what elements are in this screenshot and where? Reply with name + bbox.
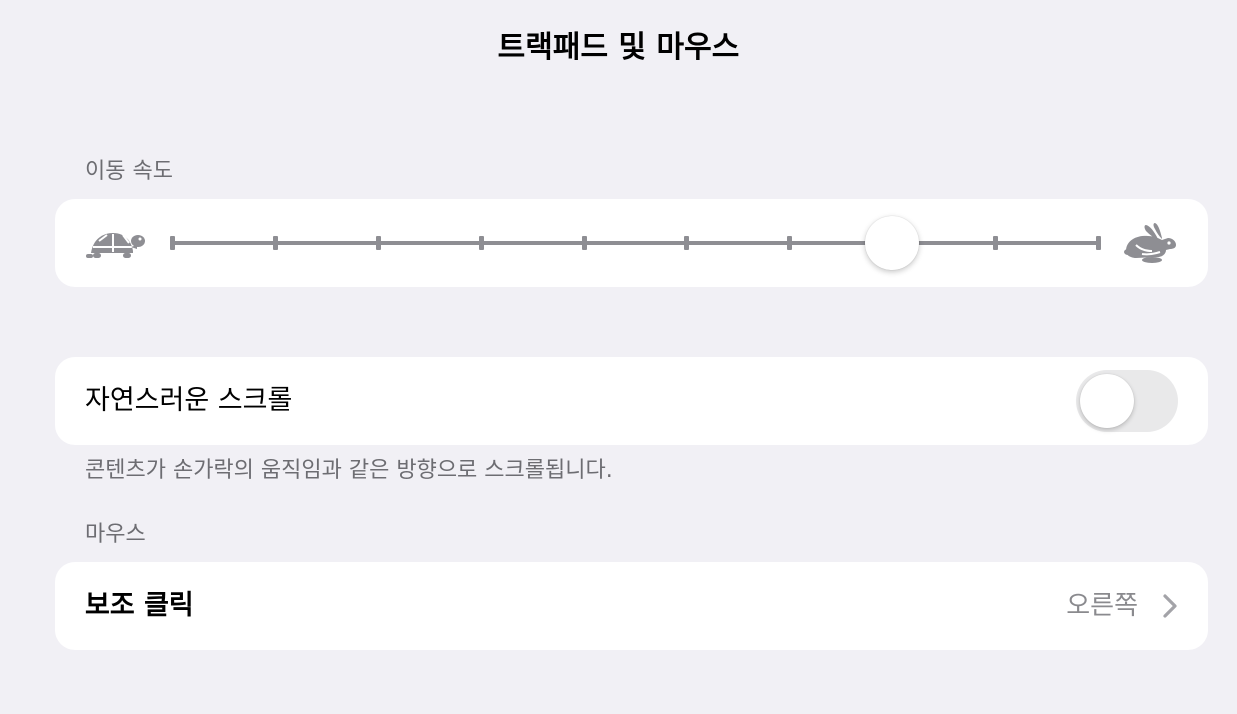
secondary-click-value: 오른쪽 bbox=[1066, 591, 1138, 621]
slider-tick bbox=[684, 236, 690, 250]
natural-scrolling-footer: 콘텐츠가 손가락의 움직임과 같은 방향으로 스크롤됩니다. bbox=[85, 458, 613, 483]
slider-tick bbox=[1096, 236, 1101, 250]
slider-tick bbox=[375, 236, 381, 250]
mouse-section-header: 마우스 bbox=[85, 522, 146, 547]
slider-tick bbox=[170, 236, 175, 250]
natural-scrolling-label: 자연스러운 스크롤 bbox=[85, 385, 293, 416]
toggle-knob bbox=[1080, 374, 1134, 428]
turtle-icon bbox=[86, 233, 145, 258]
slider-tick bbox=[993, 236, 999, 250]
slider-track bbox=[172, 241, 1098, 245]
slider-tick bbox=[478, 236, 484, 250]
tracking-speed-card bbox=[55, 199, 1208, 287]
secondary-click-row[interactable]: 보조 클릭 오른쪽 bbox=[55, 562, 1208, 650]
rabbit-icon bbox=[1124, 223, 1176, 263]
natural-scrolling-toggle[interactable] bbox=[1076, 370, 1178, 432]
slider-tick bbox=[581, 236, 587, 250]
page-title: 트랙패드 및 마우스 bbox=[497, 30, 740, 65]
tracking-speed-header: 이동 속도 bbox=[85, 159, 173, 184]
slider-thumb[interactable] bbox=[865, 216, 920, 270]
slider-tick bbox=[272, 236, 278, 250]
secondary-click-label: 보조 클릭 bbox=[85, 590, 194, 621]
natural-scrolling-row: 자연스러운 스크롤 bbox=[55, 357, 1208, 445]
slider-tick bbox=[787, 236, 793, 250]
chevron-right-icon bbox=[1163, 594, 1177, 618]
tracking-speed-slider[interactable] bbox=[170, 216, 1101, 270]
